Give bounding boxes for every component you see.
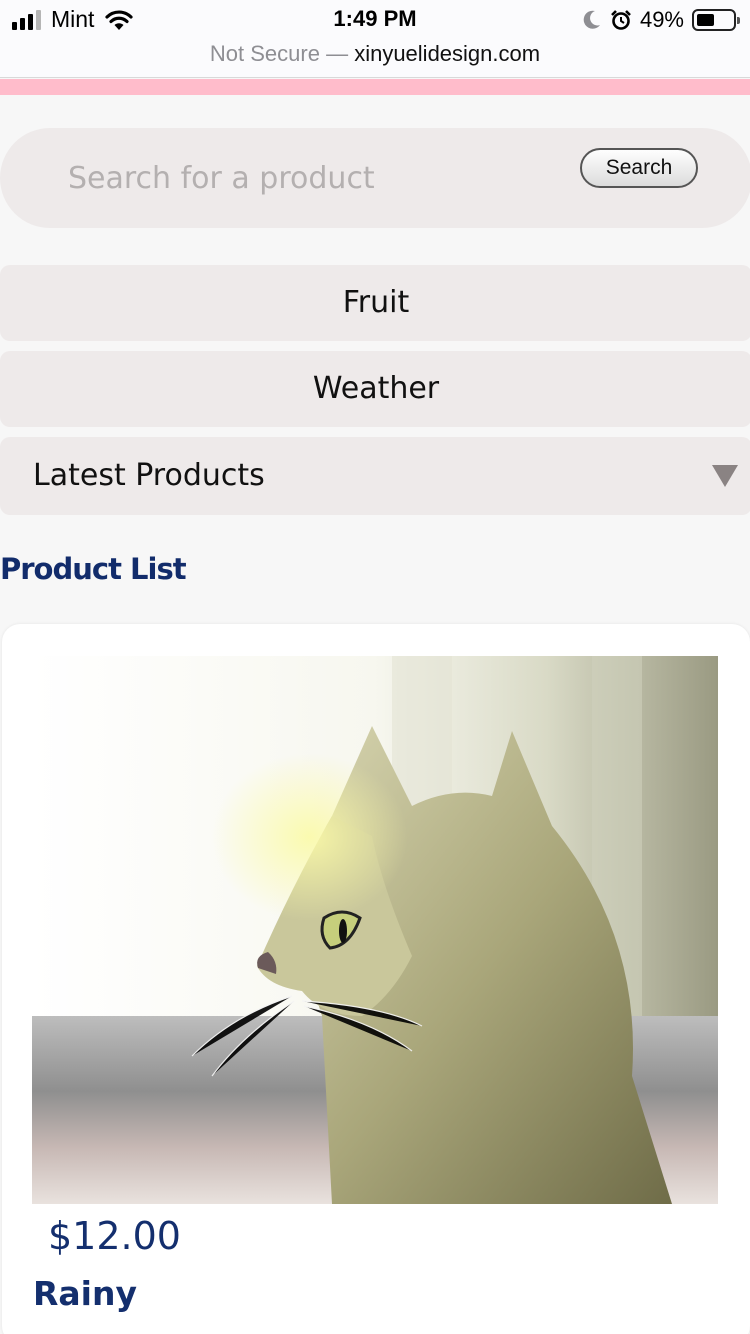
header-accent-bar bbox=[0, 79, 750, 95]
status-right: 49% bbox=[582, 7, 740, 33]
category-weather[interactable]: Weather bbox=[0, 351, 750, 427]
category-fruit[interactable]: Fruit bbox=[0, 265, 750, 341]
latest-products-dropdown[interactable]: Latest Products bbox=[0, 437, 750, 515]
latest-products-label: Latest Products bbox=[33, 458, 265, 493]
product-image[interactable] bbox=[32, 656, 718, 1204]
product-name[interactable]: Rainy bbox=[33, 1274, 137, 1313]
site-domain: xinyuelidesign.com bbox=[354, 41, 541, 66]
status-bar: Mint 1:49 PM 49% bbox=[0, 0, 750, 40]
search-input[interactable] bbox=[68, 152, 548, 204]
moon-icon bbox=[583, 10, 600, 29]
caret-down-icon bbox=[712, 465, 738, 487]
battery-fill bbox=[697, 14, 714, 26]
battery-percent: 49% bbox=[639, 7, 684, 32]
battery-icon bbox=[692, 9, 740, 31]
address-bar[interactable]: Not Secure — xinyuelidesign.com bbox=[0, 40, 750, 78]
security-label: Not Secure — bbox=[209, 41, 349, 66]
product-price: $12.00 bbox=[48, 1214, 181, 1258]
alarm-icon bbox=[611, 10, 631, 30]
search-button[interactable]: Search bbox=[580, 148, 698, 188]
product-list-title: Product List bbox=[0, 552, 187, 586]
